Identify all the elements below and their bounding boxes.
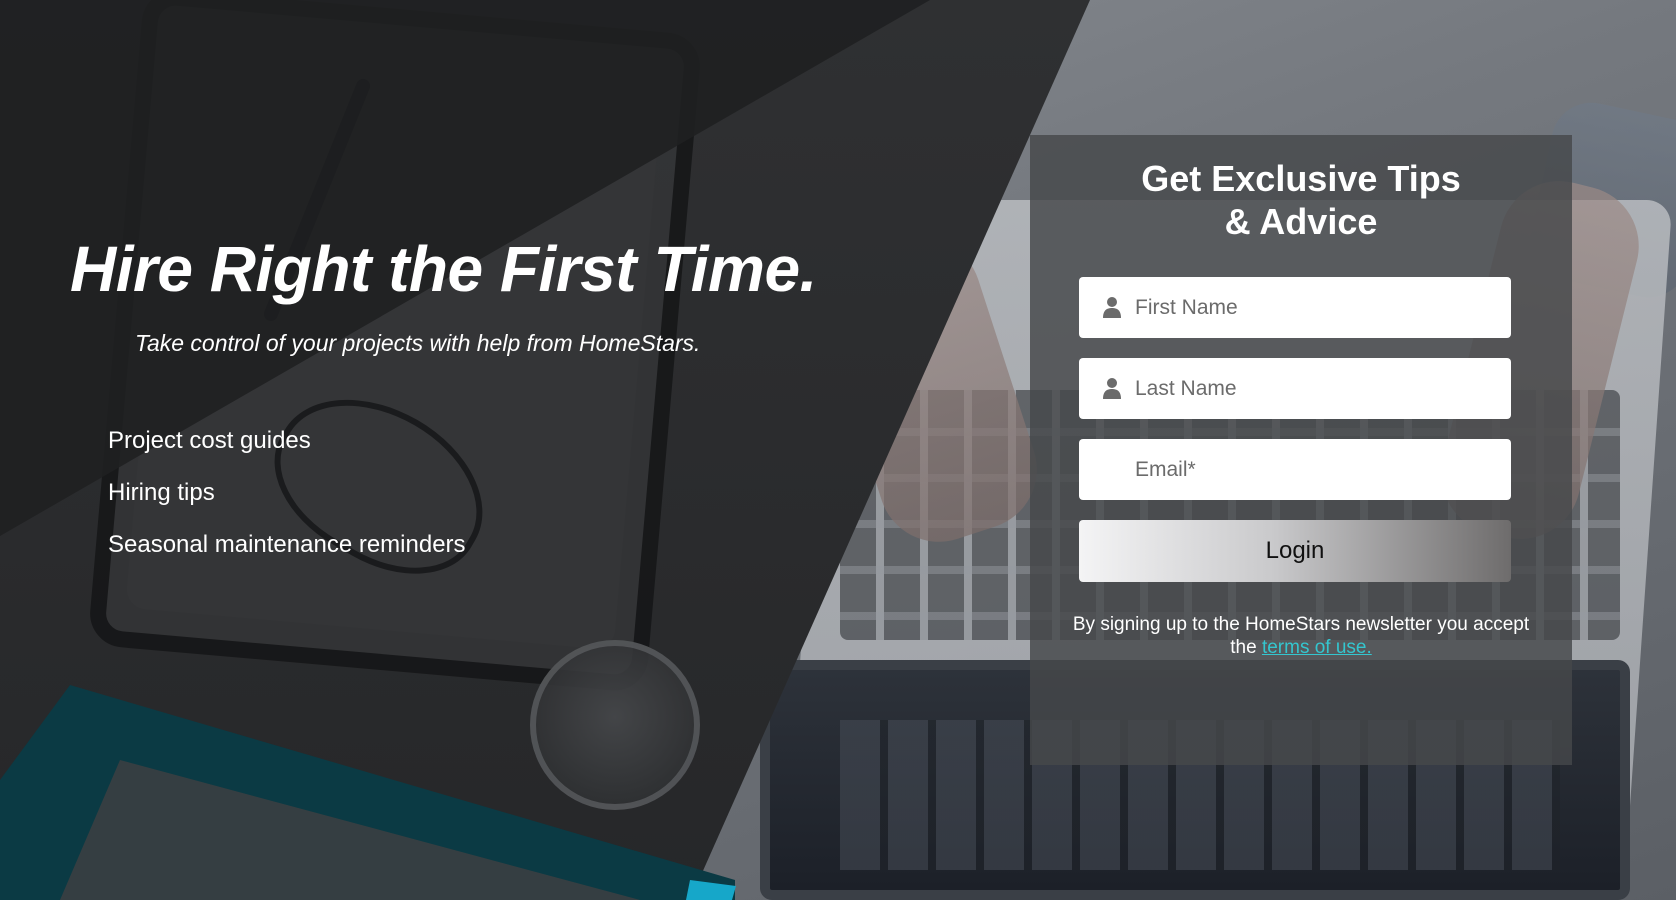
user-icon [1103,297,1121,318]
last-name-field[interactable] [1079,358,1511,419]
user-icon [1103,378,1121,399]
benefits-list: Project cost guides Hiring tips Seasonal… [108,425,466,581]
first-name-input[interactable] [1135,277,1495,338]
signup-title: Get Exclusive Tips & Advice [1030,157,1572,243]
signup-title-line1: Get Exclusive Tips [1141,158,1461,199]
signup-card: Get Exclusive Tips & Advice Login By sig… [1030,135,1572,765]
background-glass [530,640,700,810]
email-field[interactable] [1079,439,1511,500]
signup-title-line2: & Advice [1224,201,1378,242]
benefit-item: Project cost guides [108,427,311,454]
last-name-input[interactable] [1135,358,1495,419]
benefit-item: Seasonal maintenance reminders [108,531,466,558]
email-input[interactable] [1135,439,1495,500]
hero-title: Hire Right the First Time. [70,233,817,305]
terms-of-use-link[interactable]: terms of use. [1262,637,1372,658]
first-name-field[interactable] [1079,277,1511,338]
newsletter-disclaimer: By signing up to the HomeStars newslette… [1070,613,1532,659]
hero-subtitle: Take control of your projects with help … [135,330,701,356]
benefit-item: Hiring tips [108,479,215,506]
page-background: Hire Right the First Time. Take control … [0,0,1676,900]
login-button[interactable]: Login [1079,520,1511,582]
